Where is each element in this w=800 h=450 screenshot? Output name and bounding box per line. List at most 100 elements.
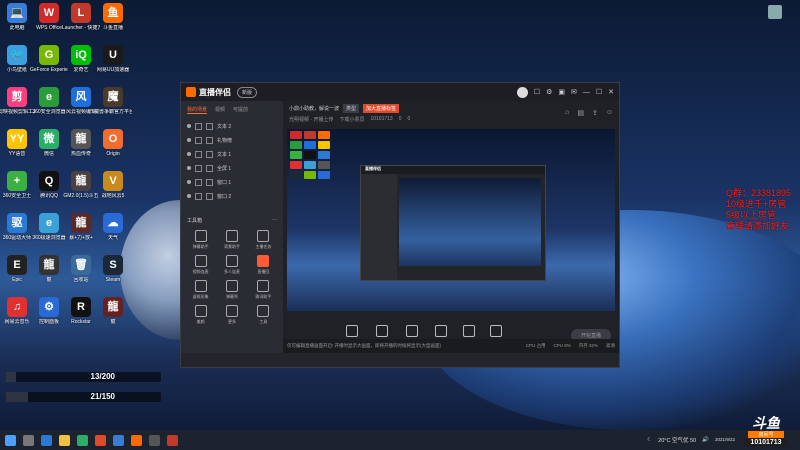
tool-item[interactable]: 歌词助手 bbox=[248, 280, 279, 300]
eye-icon[interactable] bbox=[187, 180, 191, 184]
source-item[interactable]: 文本 2 bbox=[181, 119, 283, 133]
app-icon: 鱼 bbox=[103, 3, 123, 23]
status-bar: 仅可编辑直播画面开启! 开播时显示大画面，即将开播的时候将显示(大型画面) CP… bbox=[283, 339, 619, 353]
recycle-icon[interactable] bbox=[765, 5, 785, 19]
start-icon[interactable] bbox=[5, 434, 16, 446]
game-icon[interactable] bbox=[167, 434, 178, 446]
source-label: 文本 2 bbox=[217, 123, 232, 130]
shop-icon[interactable]: ▤ bbox=[577, 109, 584, 117]
minimize-icon[interactable]: — bbox=[583, 89, 590, 96]
maximize-icon[interactable]: ☐ bbox=[596, 88, 602, 96]
tool-icon bbox=[257, 280, 270, 292]
douyu-icon[interactable] bbox=[131, 434, 142, 446]
wechat-icon[interactable] bbox=[77, 434, 88, 446]
user-icon[interactable]: ☺ bbox=[606, 109, 613, 117]
left-panel: 我的场景 视频 可提前 文本 2 礼物榜 文本 1 全屏 1 窗口 1 窗口 2 工具箱 … bbox=[181, 101, 283, 353]
source-item[interactable]: 全屏 1 bbox=[181, 161, 283, 175]
toolbar-button-icon bbox=[346, 325, 358, 337]
toolbar-button-icon bbox=[490, 325, 503, 337]
lock-icon[interactable] bbox=[195, 122, 202, 130]
gear-icon[interactable]: ⚙ bbox=[546, 88, 552, 96]
stream-title[interactable]: 小鼎小助教，解说一波 bbox=[289, 105, 339, 112]
preview-icon bbox=[290, 171, 302, 179]
avatar[interactable] bbox=[516, 86, 528, 98]
tool-icon bbox=[225, 280, 238, 292]
desktop-icon[interactable]: O Origin bbox=[94, 129, 132, 157]
desktop-icon[interactable]: 鱼斗鱼直播 bbox=[94, 3, 132, 31]
tool-item[interactable]: 美颜 bbox=[185, 305, 216, 325]
douyu-watermark: 斗鱼 房间号 10101713 bbox=[744, 416, 788, 446]
tool-item[interactable]: 主播任务 bbox=[248, 230, 279, 250]
eye-icon[interactable] bbox=[187, 138, 191, 142]
source-item[interactable]: 文本 1 bbox=[181, 147, 283, 161]
tool-label: 多人连麦 bbox=[223, 269, 240, 274]
lock-icon[interactable] bbox=[195, 192, 202, 200]
source-item[interactable]: 窗口 1 bbox=[181, 175, 283, 189]
desktop-icon[interactable]: U 网易UU加速器 bbox=[94, 45, 132, 73]
clock[interactable]: 2021/9/22 bbox=[715, 437, 735, 443]
preview-icon bbox=[318, 171, 330, 179]
tool-item[interactable]: 弹幕助手 bbox=[185, 230, 216, 250]
category-tag[interactable]: 类型 bbox=[343, 104, 360, 113]
stream-preview[interactable]: 直播伴侣 bbox=[287, 129, 615, 311]
app-icon: YY bbox=[7, 129, 27, 149]
close-icon[interactable]: ✕ bbox=[608, 88, 614, 96]
weather-text[interactable]: 20°C 空气优 50 bbox=[658, 436, 696, 444]
metric: 内存 32% bbox=[578, 343, 598, 348]
source-item[interactable]: 礼物榜 bbox=[181, 133, 283, 147]
chrome-icon[interactable] bbox=[95, 434, 106, 446]
tool-item[interactable]: 更多 bbox=[216, 305, 247, 325]
download-helper[interactable]: 下载小票员 bbox=[339, 116, 364, 123]
source-item[interactable]: 窗口 2 bbox=[181, 189, 283, 203]
layout-icon[interactable]: ▣ bbox=[558, 88, 565, 96]
volume-icon[interactable]: 🔊 bbox=[702, 437, 709, 443]
desktop-icon[interactable]: V 战地风云5 bbox=[94, 171, 132, 199]
companion-icon[interactable] bbox=[149, 434, 160, 446]
desktop-icon[interactable]: 龍龍 bbox=[94, 297, 132, 325]
lock-icon[interactable] bbox=[195, 178, 202, 186]
progress-bar-1: 13/200 bbox=[6, 372, 161, 382]
desktop-icon-label: 网易UU加速器 bbox=[96, 67, 130, 73]
count-2: 0 bbox=[407, 116, 411, 122]
tool-item[interactable]: 视频连麦 bbox=[185, 255, 216, 275]
tool-item[interactable]: 背景助手 bbox=[216, 230, 247, 250]
lock-icon[interactable] bbox=[195, 164, 202, 172]
lock-icon[interactable] bbox=[195, 136, 202, 144]
tool-label: 歌词助手 bbox=[255, 294, 272, 299]
eye-icon[interactable] bbox=[187, 124, 191, 128]
mail-icon[interactable]: ✉ bbox=[571, 88, 577, 96]
eye-icon[interactable] bbox=[187, 152, 191, 156]
douyu-logo-icon bbox=[186, 87, 196, 97]
progress-text: 21/150 bbox=[90, 392, 115, 401]
tab-my-scene[interactable]: 我的场景 bbox=[187, 106, 208, 114]
tool-item[interactable]: 弹幕秀 bbox=[216, 280, 247, 300]
share-icon[interactable]: ⇪ bbox=[592, 109, 598, 117]
lock-icon[interactable] bbox=[195, 150, 202, 158]
nested-titlebar: 直播伴侣 bbox=[361, 166, 545, 174]
tab-video[interactable]: 视频 bbox=[215, 106, 225, 114]
app-icon: 龍 bbox=[103, 297, 123, 317]
eye-icon[interactable] bbox=[187, 166, 191, 170]
date-text: 2021/9/22 bbox=[714, 437, 735, 442]
desktop-icon[interactable]: S Steam bbox=[94, 255, 132, 283]
tool-item[interactable]: 虚拟形象 bbox=[185, 280, 216, 300]
app-icon[interactable] bbox=[113, 434, 124, 446]
tab-preset[interactable]: 可提前 bbox=[233, 106, 248, 114]
upload-status[interactable]: 光明视频 · 开播上传 bbox=[289, 116, 333, 123]
version-badge[interactable]: 新版 bbox=[237, 86, 258, 98]
preview-desktop-icons bbox=[290, 131, 330, 179]
weather-icon[interactable]: ☾ bbox=[647, 437, 652, 443]
desktop-icon[interactable]: 魔魔兽争霸官方平台 bbox=[94, 87, 132, 115]
folder-icon[interactable] bbox=[59, 434, 70, 446]
more-icon[interactable]: ⋯ bbox=[272, 217, 277, 224]
desktop-icon[interactable]: ☁ 天气 bbox=[94, 213, 132, 241]
edge-icon[interactable] bbox=[41, 434, 52, 446]
search-icon[interactable] bbox=[23, 434, 34, 446]
tool-item[interactable]: 工具 bbox=[248, 305, 279, 325]
tool-item[interactable]: 直播回 bbox=[248, 255, 279, 275]
screen-icon[interactable]: ☐ bbox=[534, 88, 540, 96]
tool-item[interactable]: 多人连麦 bbox=[216, 255, 247, 275]
home-icon[interactable]: ⌂ bbox=[565, 109, 569, 117]
eye-icon[interactable] bbox=[187, 194, 191, 198]
label-tag[interactable]: 加大直播标签 bbox=[363, 104, 400, 113]
